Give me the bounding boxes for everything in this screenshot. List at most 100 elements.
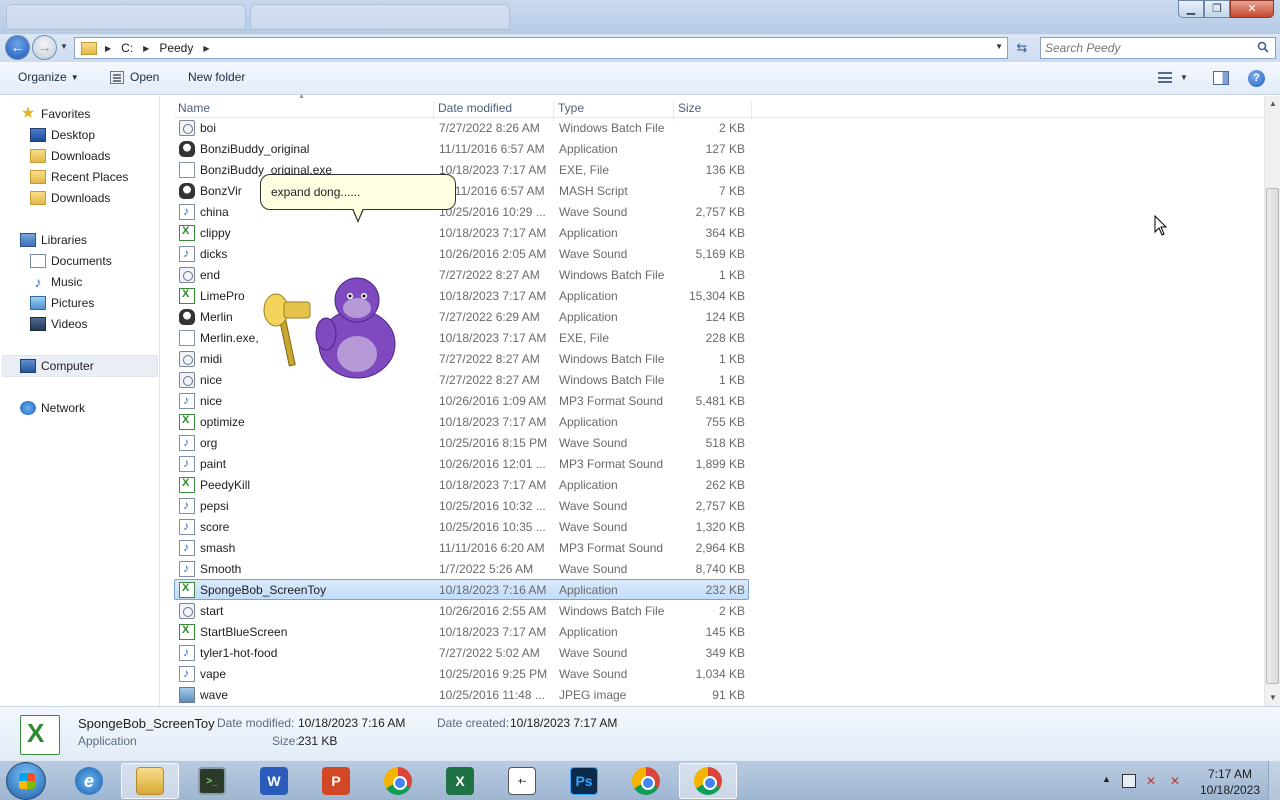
taskbar-calculator[interactable]: +- <box>493 763 551 799</box>
file-size: 7 KB <box>718 183 745 198</box>
file-size: 1 KB <box>718 267 745 282</box>
file-row[interactable]: start 10/26/2016 2:55 AM Windows Batch Fil… <box>174 600 749 621</box>
back-button[interactable]: ← <box>5 35 30 60</box>
file-row[interactable]: smash 11/11/2016 6:20 AM MP3 Format Sound 2… <box>174 537 749 558</box>
file-row[interactable]: nice 10/26/2016 1:09 AM MP3 Format Sound 5,… <box>174 390 749 411</box>
nav-libraries[interactable]: Libraries <box>20 230 87 250</box>
search-input[interactable] <box>1041 38 1241 58</box>
file-row[interactable]: LimePro 10/18/2023 7:17 AM Application 15,3… <box>174 285 749 306</box>
network-tray-icon[interactable] <box>1122 774 1136 788</box>
file-row[interactable]: midi 7/27/2022 8:27 AM Windows Batch File 1… <box>174 348 749 369</box>
file-row[interactable]: BonziBuddy_original 11/11/2016 6:57 AM App… <box>174 138 749 159</box>
organize-button[interactable]: Organize ▼ <box>18 70 79 84</box>
file-name: nice <box>200 372 223 387</box>
file-row[interactable]: dicks 10/26/2016 2:05 AM Wave Sound 5,169 K… <box>174 243 749 264</box>
file-row[interactable]: optimize 10/18/2023 7:17 AM Application 755… <box>174 411 749 432</box>
nav-favorites[interactable]: ★ Favorites <box>20 104 91 124</box>
clock-date[interactable]: 10/18/2023 <box>1196 783 1264 797</box>
chevron-down-icon[interactable]: ▼ <box>995 42 1003 51</box>
taskbar-powerpoint[interactable]: P <box>307 763 365 799</box>
chevron-right-icon[interactable]: ▶ <box>199 44 213 53</box>
refresh-button[interactable]: ⇆ <box>1012 40 1032 56</box>
chevron-right-icon[interactable]: ▶ <box>101 44 115 53</box>
scroll-thumb[interactable] <box>1266 188 1279 684</box>
file-row[interactable]: pepsi 10/25/2016 10:32 ... Wave Sound 2,757… <box>174 495 749 516</box>
nav-recent-places[interactable]: Recent Places <box>30 167 128 187</box>
file-date-modified: 7/27/2022 8:27 AM <box>439 372 540 387</box>
show-desktop-button[interactable] <box>1268 761 1280 800</box>
action-center-alert-icon[interactable]: ✕ <box>1170 774 1184 788</box>
purple-gorilla-agent[interactable] <box>262 276 398 380</box>
open-button[interactable]: Open <box>110 70 159 84</box>
mash-file-icon <box>179 182 195 199</box>
scroll-up-arrow[interactable]: ▲ <box>1265 96 1280 112</box>
search-box[interactable] <box>1040 37 1276 59</box>
nav-computer[interactable]: Computer <box>20 356 94 376</box>
scroll-down-arrow[interactable]: ▼ <box>1265 690 1280 706</box>
file-row[interactable]: org 10/25/2016 8:15 PM Wave Sound 518 KB <box>174 432 749 453</box>
file-row[interactable]: score 10/25/2016 10:35 ... Wave Sound 1,320… <box>174 516 749 537</box>
breadcrumb-folder[interactable]: Peedy <box>153 41 199 55</box>
preview-pane-button[interactable] <box>1213 71 1229 85</box>
start-button[interactable] <box>6 762 46 800</box>
show-hidden-icons-icon[interactable]: ▲ <box>1102 774 1116 788</box>
file-row[interactable]: boi 7/27/2022 8:26 AM Windows Batch File 2 … <box>174 117 749 138</box>
minimize-button[interactable]: ▁ <box>1178 0 1204 18</box>
file-row[interactable]: paint 10/26/2016 12:01 ... MP3 Format Soun… <box>174 453 749 474</box>
taskbar-chrome-3[interactable] <box>679 763 737 799</box>
nav-documents[interactable]: Documents <box>30 251 112 271</box>
wave-file-icon <box>179 644 195 661</box>
forward-button[interactable]: → <box>32 35 57 60</box>
taskbar-photoshop[interactable]: Ps <box>555 763 613 799</box>
file-row[interactable]: BonziBuddy_original.exe 10/18/2023 7:17 A… <box>174 159 749 180</box>
file-row[interactable]: Merlin.exe, 10/18/2023 7:17 AM EXE, File 22… <box>174 327 749 348</box>
file-name: vape <box>200 666 227 681</box>
file-row[interactable]: StartBlueScreen 10/18/2023 7:17 AM Applica… <box>174 621 749 642</box>
close-button[interactable]: ✕ <box>1230 0 1274 18</box>
file-size: 2,964 KB <box>695 540 745 555</box>
taskbar-chrome-2[interactable] <box>617 763 675 799</box>
file-row[interactable]: nice 7/27/2022 8:27 AM Windows Batch File 1… <box>174 369 749 390</box>
help-button[interactable]: ? <box>1248 70 1265 87</box>
open-icon <box>110 70 124 84</box>
new-folder-button[interactable]: New folder <box>188 70 245 84</box>
nav-music[interactable]: ♪ Music <box>30 272 83 292</box>
vertical-scrollbar[interactable]: ▲ ▼ <box>1264 96 1280 706</box>
taskbar-terminal[interactable]: >_ <box>183 763 241 799</box>
maximize-button[interactable]: ❐ <box>1204 0 1230 18</box>
clock-time[interactable]: 7:17 AM <box>1200 767 1260 781</box>
search-icon[interactable] <box>1257 41 1269 53</box>
recent-pages-dropdown[interactable]: ▼ <box>60 42 68 51</box>
breadcrumb-drive[interactable]: C: <box>115 41 139 55</box>
file-row[interactable]: end 7/27/2022 8:27 AM Windows Batch File 1 … <box>174 264 749 285</box>
nav-desktop[interactable]: Desktop <box>30 125 95 145</box>
file-row[interactable]: SpongeBob_ScreenToy 10/18/2023 7:16 AM App… <box>174 579 749 600</box>
taskbar-word[interactable]: W <box>245 763 303 799</box>
nav-network[interactable]: Network <box>20 398 85 418</box>
file-size: 2 KB <box>718 120 745 135</box>
file-date-modified: 10/18/2023 7:17 AM <box>439 477 547 492</box>
file-type: Application <box>559 141 618 156</box>
file-row[interactable]: wave 10/25/2016 11:48 ... JPEG image 91 KB <box>174 684 749 705</box>
taskbar-file-explorer[interactable]: . <box>121 763 179 799</box>
file-row[interactable]: clippy 10/18/2023 7:17 AM Application 364 K… <box>174 222 749 243</box>
file-row[interactable]: Smooth 1/7/2022 5:26 AM Wave Sound 8,740 KB <box>174 558 749 579</box>
nav-downloads-2[interactable]: Downloads <box>30 188 110 208</box>
file-row[interactable]: tyler1-hot-food 7/27/2022 5:02 AM Wave Sou… <box>174 642 749 663</box>
taskbar-excel[interactable]: X <box>431 763 489 799</box>
file-row[interactable]: Merlin 7/27/2022 6:29 AM Application 124 KB <box>174 306 749 327</box>
address-bar[interactable]: ▶ C: ▶ Peedy ▶ ▼ <box>74 37 1008 59</box>
volume-muted-icon[interactable]: ✕ <box>1146 774 1160 788</box>
chevron-right-icon[interactable]: ▶ <box>139 44 153 53</box>
taskbar-chrome[interactable] <box>369 763 427 799</box>
file-row[interactable]: vape 10/25/2016 9:25 PM Wave Sound 1,034 KB <box>174 663 749 684</box>
file-row[interactable]: PeedyKill 10/18/2023 7:17 AM Application 26… <box>174 474 749 495</box>
change-view-button[interactable]: ▼ <box>1158 72 1188 83</box>
nav-pictures[interactable]: Pictures <box>30 293 94 313</box>
app-file-icon <box>179 413 195 430</box>
file-type: Application <box>559 582 618 597</box>
nav-videos[interactable]: Videos <box>30 314 87 334</box>
nav-downloads[interactable]: Downloads <box>30 146 110 166</box>
address-row: ← → ▼ ▶ C: ▶ Peedy ▶ ▼ ⇆ <box>0 34 1280 62</box>
taskbar-internet-explorer[interactable]: e <box>60 763 118 799</box>
